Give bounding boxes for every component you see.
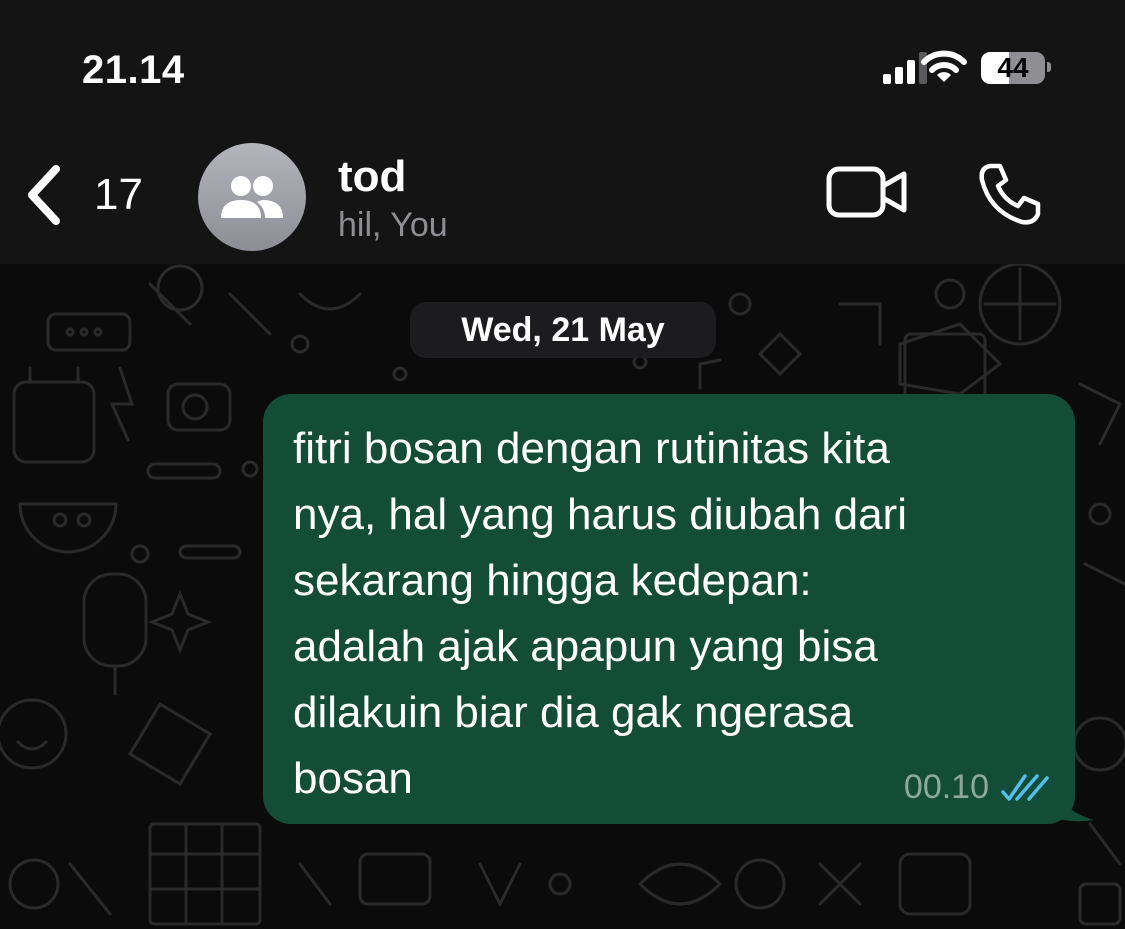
unread-count: 17 — [94, 170, 143, 219]
outgoing-message[interactable]: fitri bosan dengan rutinitas kita nya, h… — [263, 394, 1075, 824]
voice-call-button[interactable] — [976, 160, 1044, 233]
battery-icon: 44 — [981, 52, 1045, 84]
message-line: adalah ajak apapun yang bisa — [293, 622, 878, 671]
message-line: dilakuin biar dia gak ngerasa — [293, 688, 854, 737]
phone-icon — [979, 163, 1041, 225]
message-line: sekarang hingga kedepan: — [293, 556, 812, 605]
chat-area[interactable]: Wed, 21 May fitri bosan dengan rutinitas… — [0, 264, 1125, 929]
chat-subtitle[interactable]: hil, You — [338, 206, 448, 245]
message-line: fitri bosan dengan rutinitas kita — [293, 424, 890, 473]
group-icon — [221, 176, 283, 218]
date-separator: Wed, 21 May — [410, 302, 716, 358]
battery-cap — [1047, 62, 1051, 72]
message-text: fitri bosan dengan rutinitas kita nya, h… — [293, 416, 1053, 812]
status-time: 21.14 — [82, 48, 185, 92]
chat-title[interactable]: tod — [338, 152, 406, 202]
chat-header: 21.14 44 17 tod hil, You — [0, 0, 1125, 264]
message-time: 00.10 — [903, 768, 989, 806]
wifi-icon — [921, 50, 967, 82]
video-call-button[interactable] — [826, 164, 908, 225]
back-chevron-icon — [28, 165, 60, 225]
double-check-icon — [1001, 774, 1049, 801]
message-line: nya, hal yang harus diubah dari — [293, 490, 907, 539]
back-button[interactable]: 17 — [24, 160, 164, 230]
video-call-icon — [826, 166, 907, 218]
avatar[interactable] — [198, 143, 306, 251]
